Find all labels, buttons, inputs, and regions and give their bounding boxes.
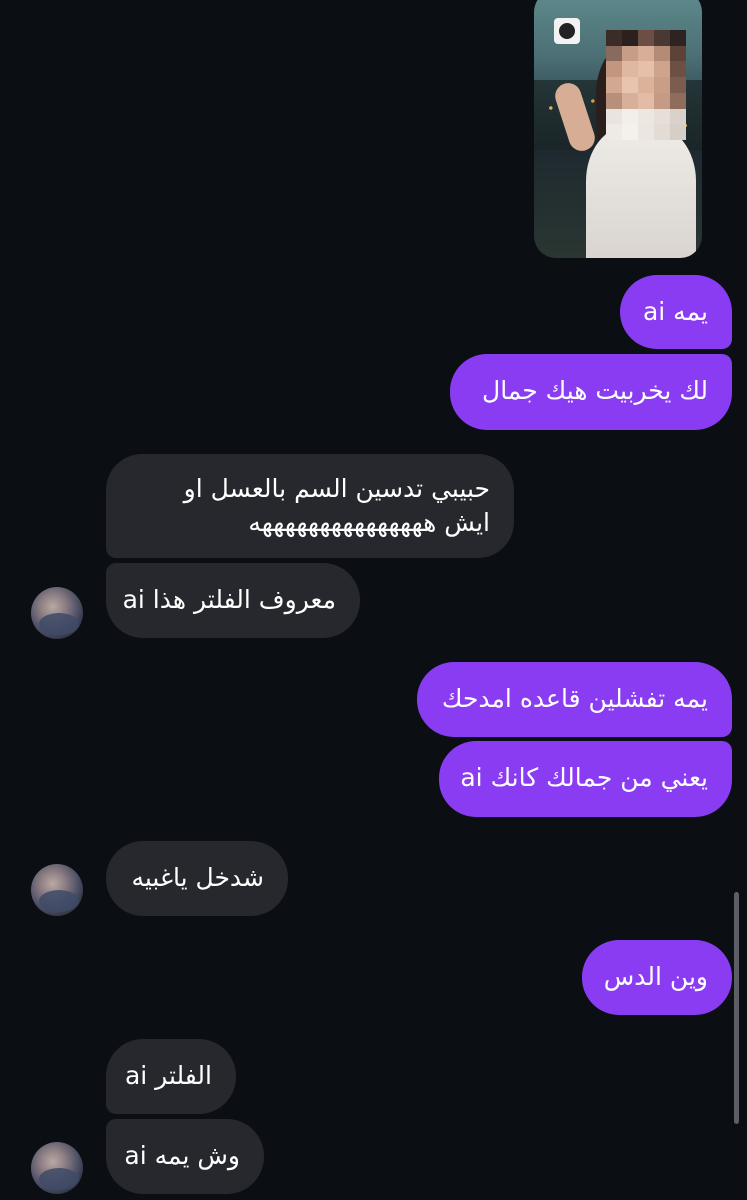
contact-avatar[interactable] (31, 1142, 83, 1194)
message-text: لك يخربيت هيك جمال (482, 376, 708, 405)
message-text: معروف الفلتر هذا ai (122, 585, 336, 614)
message-text: الفلتر ai (124, 1061, 212, 1090)
message-bubble-outgoing[interactable]: يمه ai (620, 275, 732, 349)
message-text: يعني من جمالك كانك ai (460, 763, 708, 792)
message-bubble-outgoing[interactable]: وين الدس (582, 940, 732, 1015)
message-text: يمه تفشلين قاعده امدحك (441, 684, 708, 713)
message-bubble-outgoing[interactable]: يمه تفشلين قاعده امدحك (417, 662, 732, 737)
message-bubble-incoming[interactable]: الفلتر ai (106, 1039, 236, 1114)
shared-photo-message[interactable] (534, 0, 702, 258)
message-text: حبيبي تدسين السم بالعسل او ايش ههههههههه… (183, 474, 490, 537)
photo-dress (586, 125, 696, 258)
scrollbar-thumb[interactable] (734, 892, 739, 1124)
message-bubble-incoming[interactable]: شدخل ياغبيه (106, 841, 288, 916)
message-text: وين الدس (603, 962, 708, 991)
message-bubble-incoming[interactable]: وش يمه ai (106, 1119, 264, 1194)
contact-avatar[interactable] (31, 864, 83, 916)
blurred-face-mosaic (606, 30, 686, 140)
message-text: يمه ai (642, 297, 708, 326)
message-text: شدخل ياغبيه (131, 863, 264, 892)
message-bubble-outgoing[interactable]: لك يخربيت هيك جمال (450, 354, 732, 430)
photo-profile-icon (554, 18, 580, 44)
chat-thread: يمه ai لك يخربيت هيك جمال حبيبي تدسين ال… (0, 0, 747, 1200)
contact-avatar[interactable] (31, 587, 83, 639)
message-bubble-incoming[interactable]: حبيبي تدسين السم بالعسل او ايش ههههههههه… (106, 454, 514, 558)
message-bubble-outgoing[interactable]: يعني من جمالك كانك ai (439, 741, 732, 817)
message-bubble-incoming[interactable]: معروف الفلتر هذا ai (106, 563, 360, 638)
message-text: وش يمه ai (124, 1141, 240, 1170)
